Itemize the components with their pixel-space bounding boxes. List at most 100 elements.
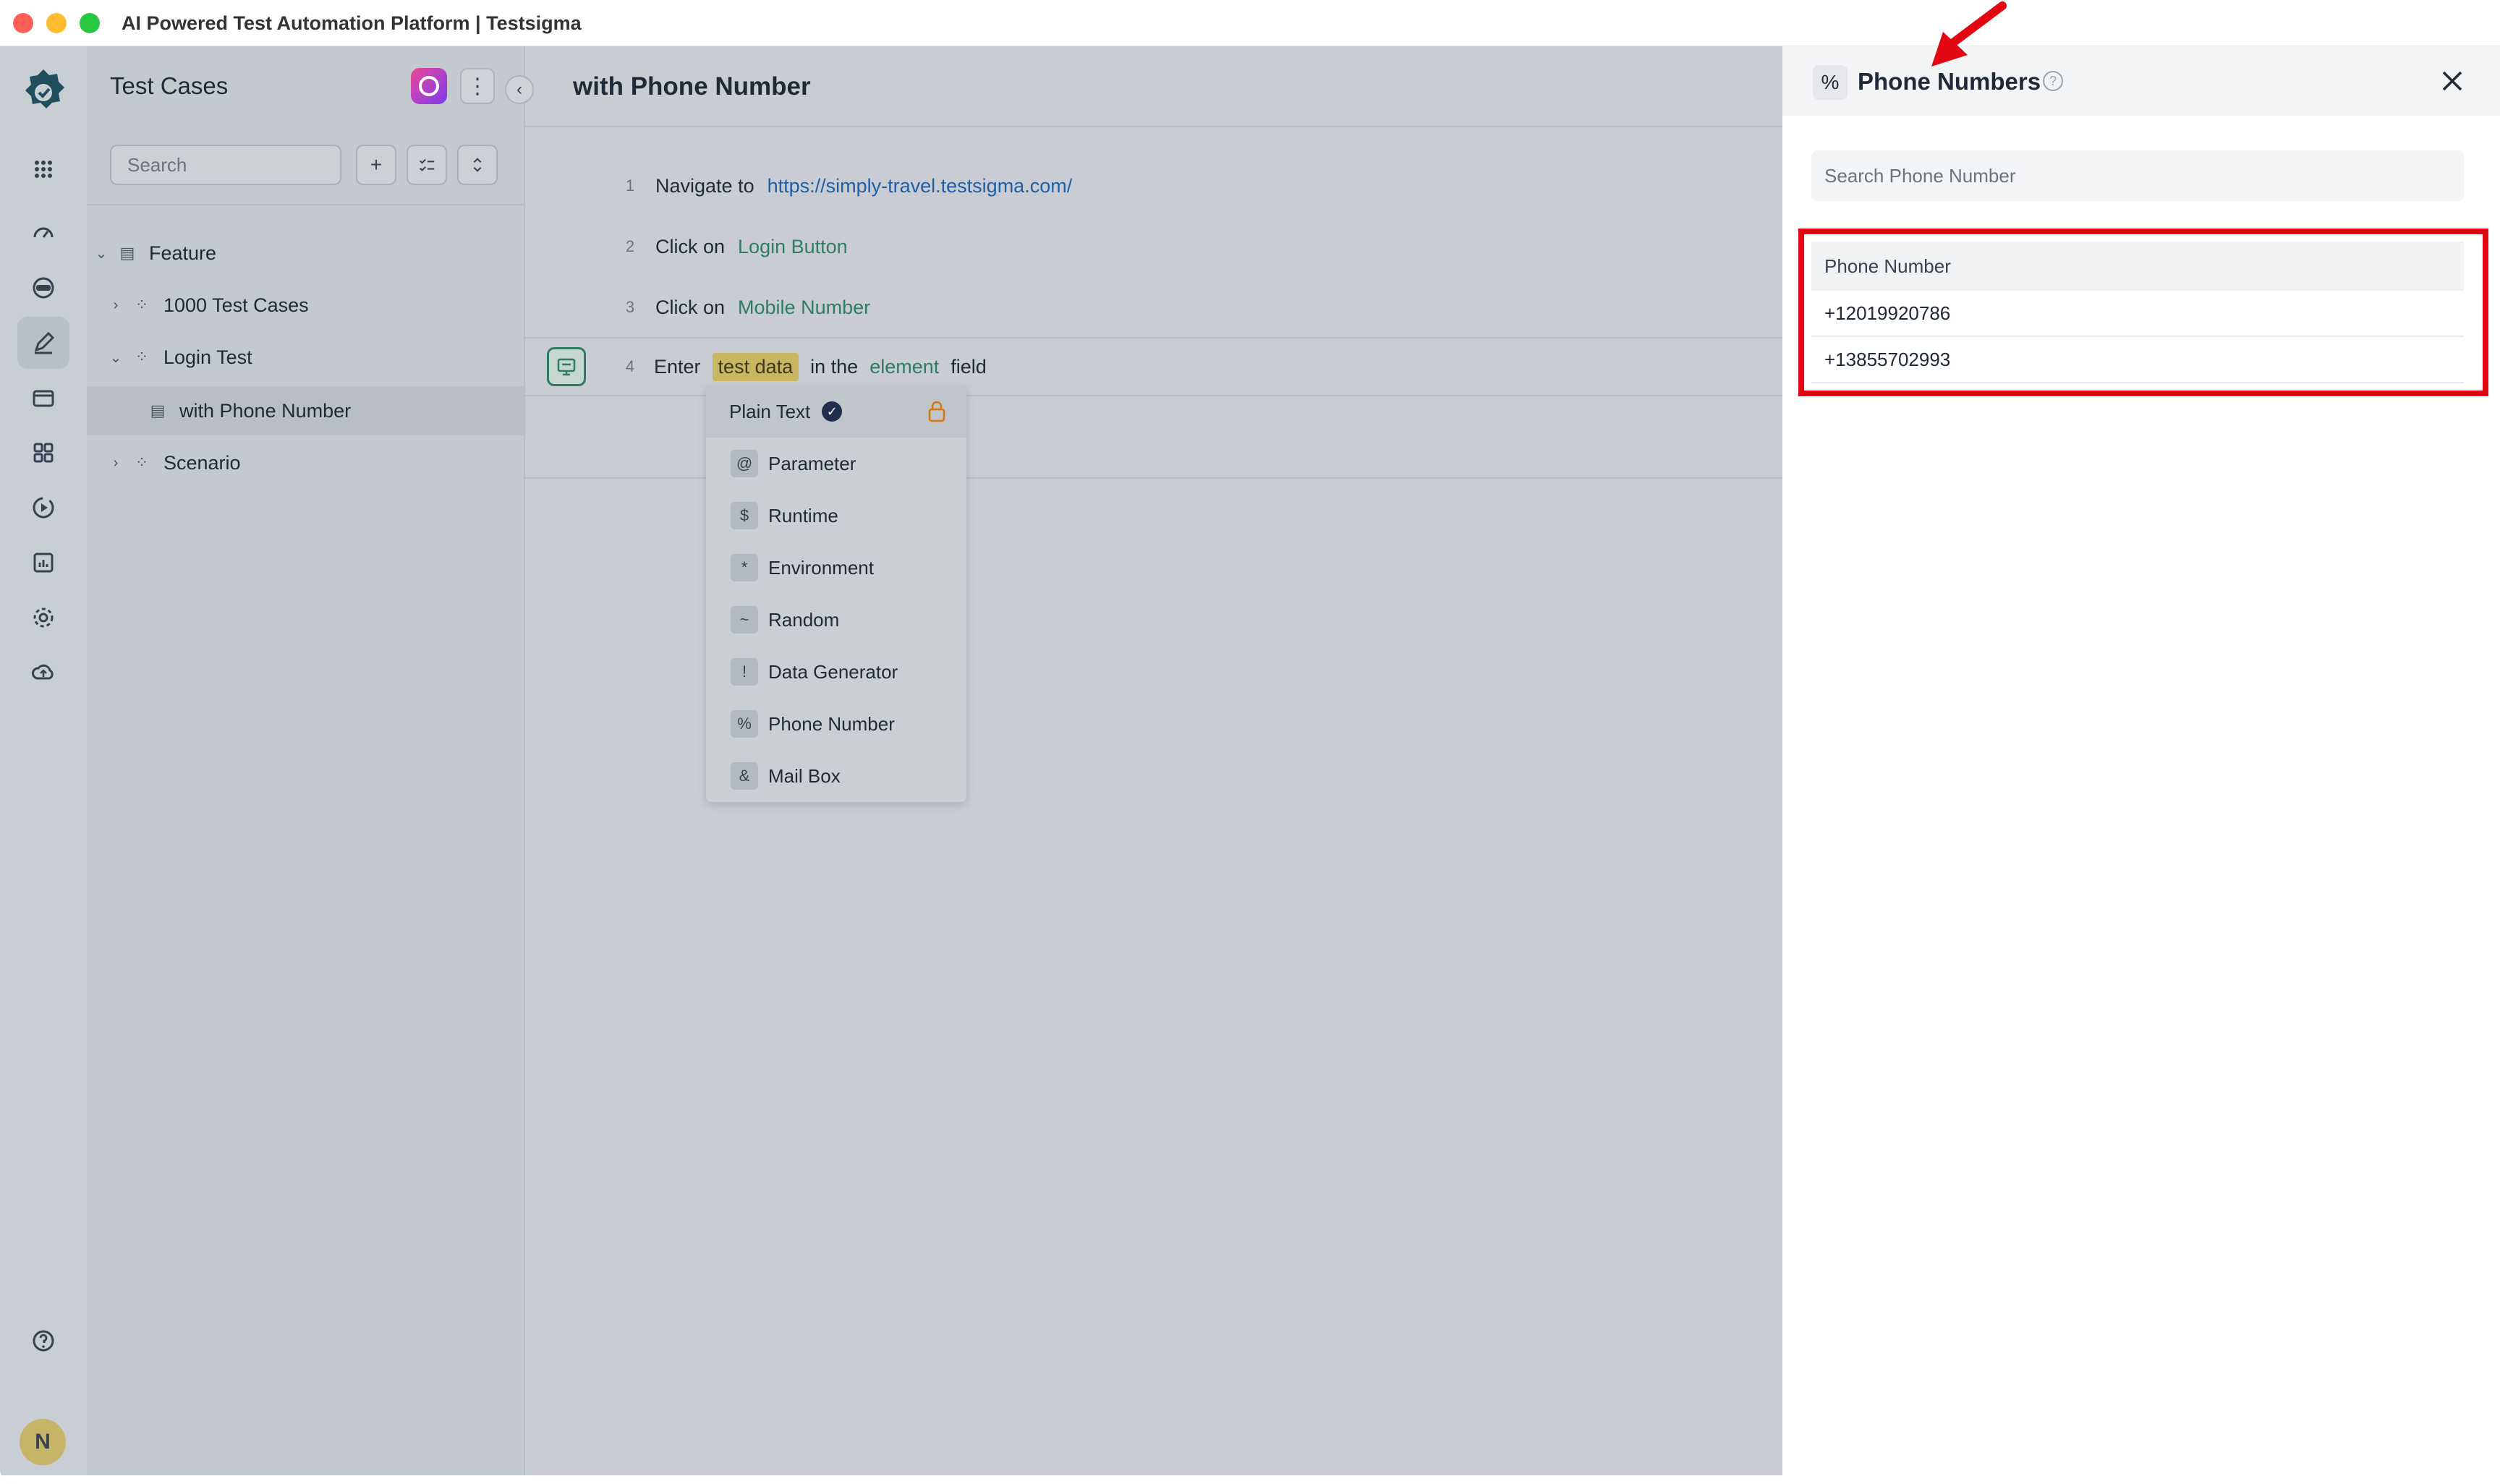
step-type-icon[interactable] [547, 347, 586, 386]
dashboard-icon[interactable] [17, 207, 69, 259]
menu-item-phone-number[interactable]: % Phone Number [706, 698, 966, 750]
page-title: with Phone Number [573, 72, 811, 101]
more-options-icon[interactable]: ⋮ [460, 68, 495, 104]
step-element[interactable]: Mobile Number [738, 297, 870, 319]
menu-item-plain-text[interactable]: Plain Text ✓ [706, 385, 966, 438]
menu-item-runtime[interactable]: $ Runtime [706, 490, 966, 542]
test-case-editor: with Phone Number 1 Navigate to https://… [525, 46, 1782, 1484]
chevron-right-icon[interactable]: › [109, 455, 123, 472]
close-icon[interactable] [2435, 64, 2470, 98]
step-element[interactable]: Login Button [738, 236, 848, 258]
step-element[interactable]: element [870, 356, 939, 378]
dollar-symbol-icon: $ [731, 502, 758, 529]
asterisk-symbol-icon: * [731, 554, 758, 581]
window-bottom-edge [0, 1475, 2500, 1484]
menu-item-environment[interactable]: * Environment [706, 542, 966, 594]
step-number: 4 [625, 357, 635, 375]
title-bar: AI Powered Test Automation Platform | Te… [0, 0, 2500, 46]
editor-header: with Phone Number [525, 46, 1782, 127]
test-step-3[interactable]: 3 Click on Mobile Number [525, 278, 1782, 337]
chevron-down-icon[interactable]: ⌄ [94, 244, 109, 263]
close-window-button[interactable] [13, 13, 33, 33]
tree-item-login-test[interactable]: ⌄ ⁘ Login Test [87, 333, 524, 382]
tree-item-label: with Phone Number [179, 399, 352, 422]
help-icon[interactable]: ? [2043, 71, 2063, 91]
step-action: Click on [655, 235, 726, 257]
step-url[interactable]: https://simply-travel.testsigma.com/ [768, 175, 1073, 197]
test-step-1[interactable]: 1 Navigate to https://simply-travel.test… [525, 156, 1782, 216]
panel-title: Test Cases [110, 72, 229, 99]
test-cases-icon[interactable] [17, 317, 69, 369]
test-data-type-menu: Plain Text ✓ @ Parameter $ Runtime * Env… [706, 385, 966, 802]
menu-item-random[interactable]: ~ Random [706, 594, 966, 646]
tree-item-label: 1000 Test Cases [163, 294, 309, 316]
tree-search-input[interactable]: Search [110, 145, 341, 185]
tree-item-label: Feature [149, 242, 217, 264]
tree-item-feature[interactable]: ⌄ ▤ Feature [87, 229, 524, 278]
step-number: 3 [625, 298, 635, 316]
step-text: in the [810, 355, 859, 378]
step-action: Enter [654, 355, 701, 378]
recorder-icon[interactable] [17, 262, 69, 314]
step-number: 2 [625, 237, 635, 255]
menu-item-label: Environment [768, 556, 874, 579]
menu-item-label: Mail Box [768, 764, 841, 787]
filter-list-icon[interactable] [407, 145, 447, 185]
menu-item-label: Phone Number [768, 712, 895, 735]
test-data-chip[interactable]: test data [712, 352, 799, 381]
ampersand-symbol-icon: & [731, 762, 758, 790]
menu-item-label: Random [768, 608, 840, 631]
chevron-right-icon[interactable]: › [109, 297, 123, 314]
chevron-down-icon[interactable]: ⌄ [109, 349, 123, 367]
percent-symbol-icon: % [731, 710, 758, 738]
menu-item-label: Parameter [768, 452, 856, 474]
testsigma-logo[interactable] [17, 67, 69, 119]
scenario-icon: ⁘ [135, 296, 149, 314]
app-window: AI Powered Test Automation Platform | Te… [0, 0, 2500, 1484]
apps-icon[interactable] [17, 143, 69, 195]
ai-assistant-icon[interactable] [411, 68, 447, 104]
elements-icon[interactable] [17, 427, 69, 479]
window-title: AI Powered Test Automation Platform | Te… [122, 12, 582, 34]
tree-item-1000-test-cases[interactable]: › ⁘ 1000 Test Cases [87, 281, 524, 330]
menu-item-label: Runtime [768, 504, 838, 526]
cloud-icon[interactable] [17, 647, 69, 699]
check-icon: ✓ [822, 401, 843, 422]
phone-numbers-drawer: % Phone Numbers ? Search Phone Number Ph… [1782, 46, 2500, 1484]
highlight-box [1798, 229, 2488, 396]
tree-item-scenario[interactable]: › ⁘ Scenario [87, 438, 524, 487]
tree-item-label: Scenario [163, 451, 241, 474]
user-avatar[interactable]: N [20, 1419, 66, 1465]
lock-icon [928, 401, 945, 422]
menu-item-mail-box[interactable]: & Mail Box [706, 750, 966, 802]
test-cases-panel: Test Cases ⋮ ‹ Search + ⌄ ▤ Feature › ⁘ … [87, 46, 534, 1484]
runs-icon[interactable] [17, 482, 69, 534]
menu-item-data-generator[interactable]: ! Data Generator [706, 646, 966, 698]
settings-icon[interactable] [17, 592, 69, 644]
exclamation-symbol-icon: ! [731, 658, 758, 686]
collapse-panel-icon[interactable]: ‹ [505, 75, 534, 104]
test-step-2[interactable]: 2 Click on Login Button [525, 217, 1782, 276]
tilde-symbol-icon: ~ [731, 606, 758, 634]
expand-collapse-icon[interactable] [457, 145, 498, 185]
scenario-icon: ⁘ [135, 453, 149, 472]
step-number: 1 [625, 176, 635, 195]
nav-rail: N [0, 46, 87, 1484]
step-text: field [951, 355, 987, 378]
step-action: Click on [655, 296, 726, 318]
phone-search-input[interactable]: Search Phone Number [1811, 150, 2464, 201]
feature-icon: ▤ [119, 244, 135, 262]
minimize-window-button[interactable] [46, 13, 67, 33]
panel-divider [87, 204, 524, 205]
help-icon[interactable] [17, 1315, 69, 1367]
suites-icon[interactable] [17, 372, 69, 424]
tree-item-label: Login Test [163, 346, 252, 368]
step-action: Navigate to [655, 174, 754, 197]
maximize-window-button[interactable] [80, 13, 100, 33]
test-case-icon: ▤ [150, 401, 166, 419]
tree-item-with-phone-number[interactable]: ▤ with Phone Number [87, 386, 524, 435]
menu-item-parameter[interactable]: @ Parameter [706, 438, 966, 490]
reports-icon[interactable] [17, 537, 69, 589]
percent-icon: % [1813, 65, 1848, 100]
add-icon[interactable]: + [356, 145, 396, 185]
